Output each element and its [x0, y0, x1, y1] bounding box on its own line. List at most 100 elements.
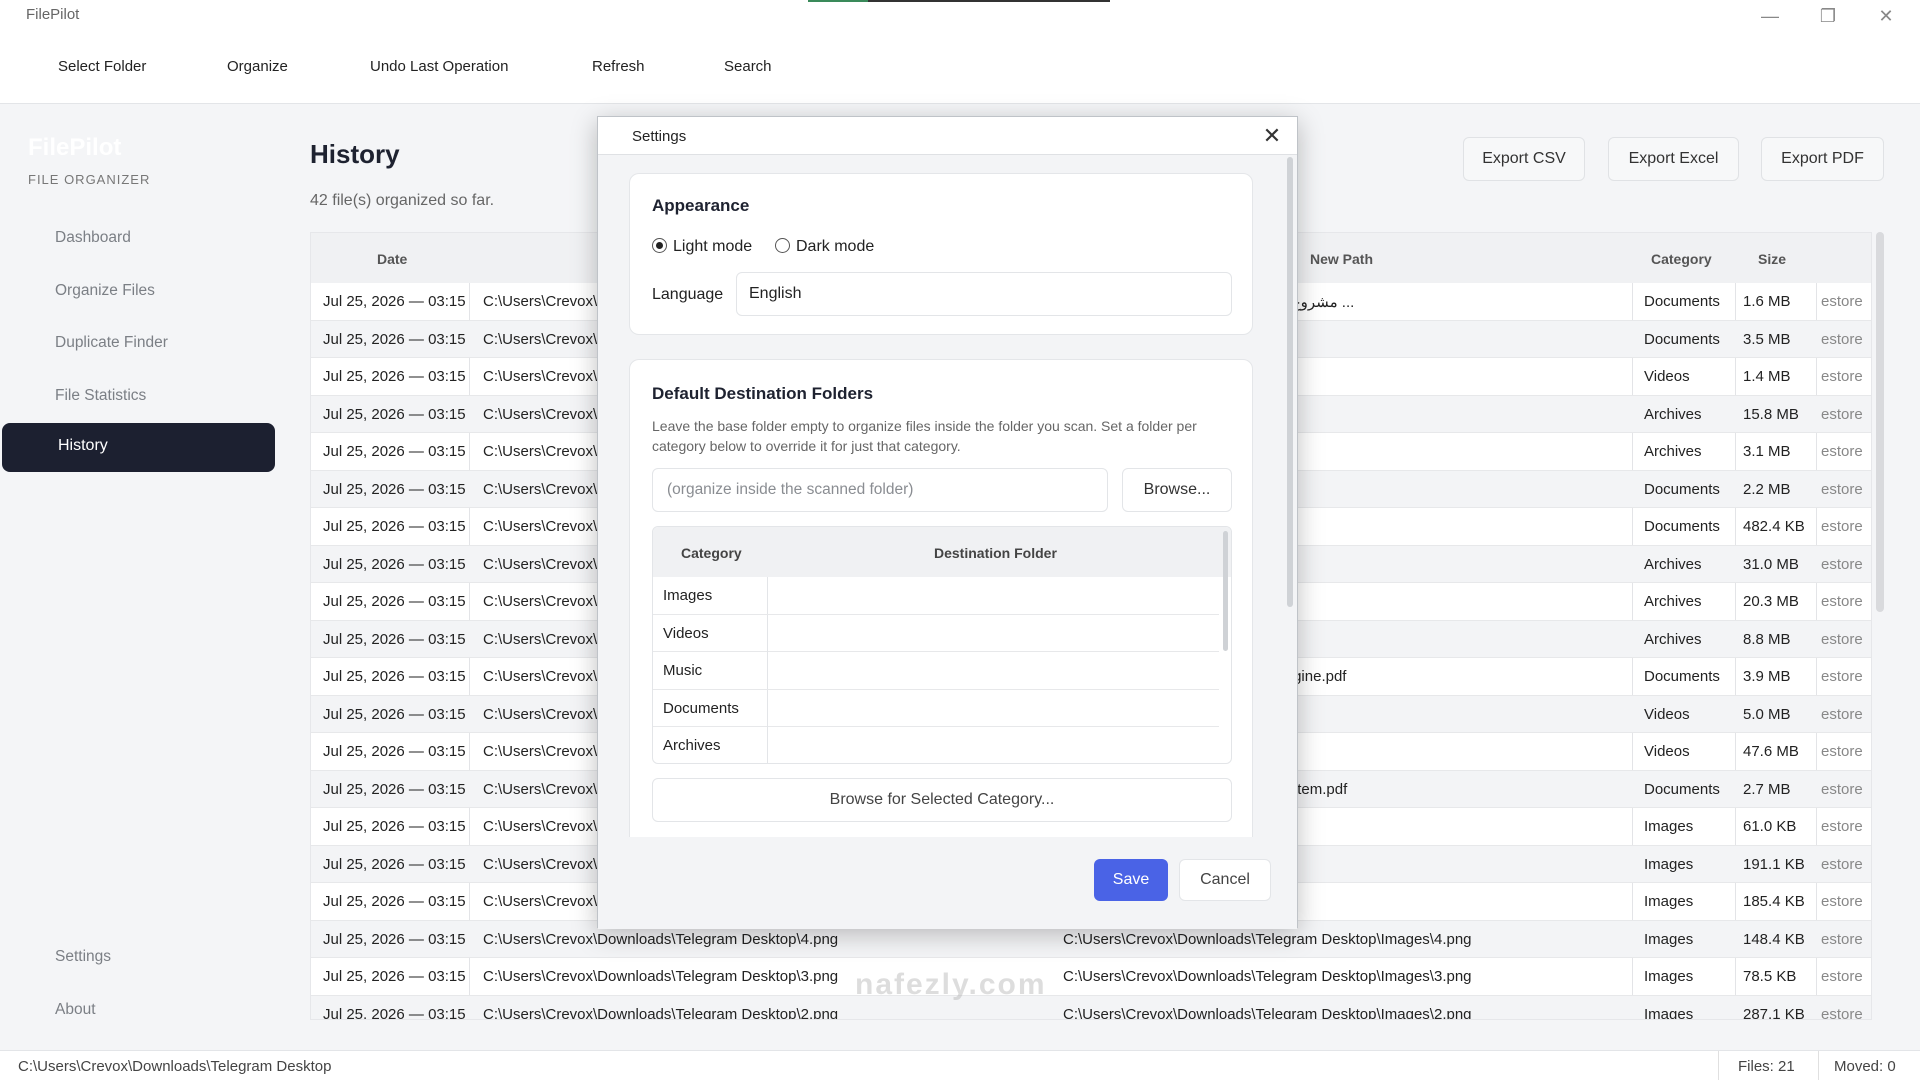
cell-date: Jul 25, 2026 — 03:15 — [323, 630, 466, 648]
cell-category: Images — [1644, 818, 1694, 835]
category-row-archives[interactable]: Archives — [653, 727, 1219, 763]
cell-restore-action[interactable]: estore — [1821, 293, 1867, 310]
menu-undo-last-operation[interactable]: Undo Last Operation — [370, 58, 508, 75]
export-excel-button[interactable]: Export Excel — [1608, 137, 1739, 181]
cell-date: Jul 25, 2026 — 03:15 — [323, 668, 466, 685]
category-row-images[interactable]: Images — [653, 577, 1219, 615]
menu-organize[interactable]: Organize — [227, 58, 288, 75]
dialog-footer: Save Cancel — [598, 837, 1297, 929]
language-select[interactable]: English — [736, 272, 1232, 316]
category-name: Images — [663, 587, 713, 604]
cell-new-path: C:\Users\Crevox\Downloads\Telegram Deskt… — [1063, 968, 1472, 985]
menu-select-folder[interactable]: Select Folder — [58, 58, 146, 75]
cell-size: 31.0 MB — [1743, 555, 1799, 573]
export-pdf-button[interactable]: Export PDF — [1761, 137, 1884, 181]
sidebar-item-settings[interactable]: Settings — [55, 948, 111, 966]
cell-size: 61.0 KB — [1743, 818, 1797, 835]
cell-category: Documents — [1644, 518, 1720, 535]
category-name: Music — [663, 662, 703, 679]
base-folder-input[interactable] — [652, 468, 1108, 512]
cell-restore-action[interactable]: estore — [1821, 1006, 1867, 1020]
status-bar: C:\Users\Crevox\Downloads\Telegram Deskt… — [0, 1050, 1920, 1080]
minimize-icon[interactable]: — — [1756, 4, 1784, 28]
destination-folders-card: Default Destination Folders Leave the ba… — [629, 359, 1253, 837]
column-header-new-path[interactable]: New Path — [1310, 251, 1373, 267]
cell-restore-action[interactable]: estore — [1821, 481, 1867, 498]
cell-restore-action[interactable]: estore — [1821, 818, 1867, 835]
category-table-scrollbar[interactable] — [1223, 531, 1228, 651]
cell-category: Documents — [1644, 330, 1720, 348]
app-title: FilePilot — [26, 6, 80, 23]
cell-category: Videos — [1644, 368, 1690, 385]
cell-category: Documents — [1644, 293, 1720, 310]
cell-size: 15.8 MB — [1743, 405, 1799, 423]
light-mode-label: Light mode — [673, 238, 753, 255]
brand-subtitle: FILE ORGANIZER — [28, 172, 151, 187]
cell-restore-action[interactable]: estore — [1821, 856, 1867, 873]
table-scrollbar[interactable] — [1876, 232, 1884, 612]
cell-date: Jul 25, 2026 — 03:15 — [323, 518, 466, 535]
sidebar-item-about[interactable]: About — [55, 1001, 96, 1019]
maximize-icon[interactable]: ❐ — [1814, 4, 1842, 28]
close-icon[interactable]: ✕ — [1872, 4, 1900, 28]
menu-refresh[interactable]: Refresh — [592, 58, 645, 75]
cell-restore-action[interactable]: estore — [1821, 743, 1867, 760]
light-mode-radio[interactable]: Light mode — [652, 238, 752, 256]
category-row-music[interactable]: Music — [653, 652, 1219, 690]
cancel-button[interactable]: Cancel — [1179, 859, 1271, 901]
cell-size: 8.8 MB — [1743, 630, 1791, 648]
column-header-date[interactable]: Date — [377, 251, 407, 267]
cell-restore-action[interactable]: estore — [1821, 893, 1867, 910]
table-row[interactable]: Jul 25, 2026 — 03:15 C:\Users\Crevox\Down… — [311, 958, 1871, 996]
sidebar-item-organize-files[interactable]: Organize Files — [55, 282, 155, 300]
cell-category: Images — [1644, 968, 1694, 985]
cell-restore-action[interactable]: estore — [1821, 518, 1867, 535]
cell-restore-action[interactable]: estore — [1821, 406, 1867, 423]
cell-size: 1.6 MB — [1743, 293, 1791, 310]
cell-date: Jul 25, 2026 — 03:15 — [323, 405, 466, 423]
cell-restore-action[interactable]: estore — [1821, 668, 1867, 685]
radio-unselected-icon — [775, 238, 790, 253]
browse-button[interactable]: Browse... — [1122, 468, 1232, 512]
cell-size: 287.1 KB — [1743, 1005, 1805, 1020]
cell-restore-action[interactable]: estore — [1821, 556, 1867, 573]
category-row-documents[interactable]: Documents — [653, 689, 1219, 727]
cell-new-path: C:\Users\Crevox\Downloads\Telegram Deskt… — [1063, 1005, 1472, 1020]
column-header-category[interactable]: Category — [1651, 251, 1712, 267]
menu-search[interactable]: Search — [724, 58, 772, 75]
page-subtitle: 42 file(s) organized so far. — [310, 192, 495, 209]
browse-selected-category-button[interactable]: Browse for Selected Category... — [652, 778, 1232, 822]
appearance-title: Appearance — [652, 196, 750, 215]
cell-restore-action[interactable]: estore — [1821, 331, 1867, 348]
table-row[interactable]: Jul 25, 2026 — 03:15 C:\Users\Crevox\Down… — [311, 995, 1871, 1020]
cell-restore-action[interactable]: estore — [1821, 368, 1867, 385]
export-csv-button[interactable]: Export CSV — [1463, 137, 1585, 181]
cell-size: 3.9 MB — [1743, 668, 1791, 685]
save-button[interactable]: Save — [1094, 859, 1168, 901]
dialog-scrollbar[interactable] — [1287, 157, 1293, 607]
cell-date: Jul 25, 2026 — 03:15 — [323, 893, 466, 910]
sidebar-item-duplicate-finder[interactable]: Duplicate Finder — [55, 334, 168, 352]
column-header-category: Category — [681, 545, 742, 561]
cell-category: Documents — [1644, 780, 1720, 798]
column-header-size[interactable]: Size — [1758, 251, 1786, 267]
language-label: Language — [652, 286, 724, 303]
cell-restore-action[interactable]: estore — [1821, 631, 1867, 648]
sidebar-item-file-statistics[interactable]: File Statistics — [55, 387, 146, 405]
cell-restore-action[interactable]: estore — [1821, 781, 1867, 798]
destination-folders-title: Default Destination Folders — [652, 384, 874, 403]
dark-mode-radio[interactable]: Dark mode — [775, 238, 874, 256]
cell-restore-action[interactable]: estore — [1821, 593, 1867, 610]
category-row-videos[interactable]: Videos — [653, 614, 1219, 652]
close-icon[interactable]: ✕ — [1257, 121, 1287, 151]
sidebar-item-dashboard[interactable]: Dashboard — [55, 229, 131, 247]
cell-category: Archives — [1644, 593, 1702, 610]
cell-date: Jul 25, 2026 — 03:15 — [323, 593, 466, 610]
category-name: Archives — [663, 737, 721, 754]
sidebar-item-history[interactable]: History — [2, 423, 275, 472]
sidebar: FilePilot FILE ORGANIZER Dashboard Organ… — [0, 104, 284, 1050]
cell-restore-action[interactable]: estore — [1821, 443, 1867, 460]
cell-restore-action[interactable]: estore — [1821, 706, 1867, 723]
cell-restore-action[interactable]: estore — [1821, 931, 1867, 948]
cell-restore-action[interactable]: estore — [1821, 968, 1867, 985]
